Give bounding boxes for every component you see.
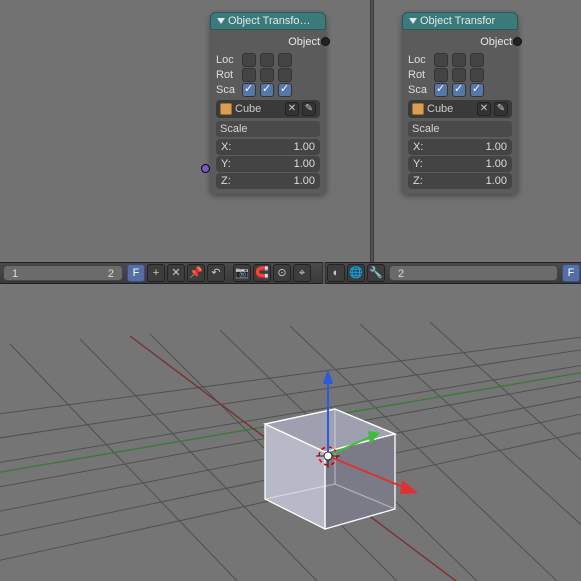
rot-label: Rot [216, 69, 238, 81]
rot-y-checkbox[interactable] [260, 68, 274, 82]
editor-split-divider[interactable] [370, 0, 374, 262]
scale-section-label: Scale [408, 121, 512, 137]
loc-y-checkbox[interactable] [452, 53, 466, 67]
scale-y-input[interactable]: Y: 1.00 [216, 156, 320, 172]
fake-user-button-right[interactable]: F [562, 264, 580, 282]
output-label: Object [480, 36, 512, 48]
scale-z-label: Z: [221, 175, 231, 187]
sca-y-checkbox[interactable] [452, 83, 466, 97]
loc-y-checkbox[interactable] [260, 53, 274, 67]
object-name: Cube [427, 103, 474, 115]
node-object-transform-left[interactable]: Object Transfo… Object Loc Rot Sca [210, 12, 326, 194]
unlink-button[interactable]: ✕ [167, 264, 185, 282]
fake-user-button[interactable]: F [127, 264, 145, 282]
eyedropper-button[interactable]: ✎ [494, 102, 508, 116]
scale-x-input[interactable]: X: 1.00 [408, 139, 512, 155]
viewport-scene [0, 284, 581, 581]
snap-icon[interactable]: 🧲 [253, 264, 271, 282]
node-header[interactable]: Object Transfo… [210, 12, 326, 30]
sca-z-checkbox[interactable] [278, 83, 292, 97]
scale-z-label: Z: [413, 175, 423, 187]
loc-label: Loc [408, 54, 430, 66]
frame-val-left: 1 [12, 267, 18, 279]
clear-object-button[interactable]: ✕ [477, 102, 491, 116]
scale-y-label: Y: [221, 158, 231, 170]
output-socket-row: Object [216, 34, 320, 52]
header-toolbar: 1 2 F + ✕ 📌 ↶ 📷 🧲 ⊙ ⌖ ◐ 🌐 🔧 2 F [0, 262, 581, 284]
scale-x-label: X: [413, 141, 423, 153]
rot-z-checkbox[interactable] [278, 68, 292, 82]
scale-z-value: 1.00 [294, 175, 315, 187]
wrench-icon[interactable]: 🔧 [367, 264, 385, 282]
output-label: Object [288, 36, 320, 48]
frame-val-right: 2 [398, 268, 404, 280]
sca-z-checkbox[interactable] [470, 83, 484, 97]
scale-y-label: Y: [413, 158, 423, 170]
rot-z-checkbox[interactable] [470, 68, 484, 82]
object-selector[interactable]: Cube ✕ ✎ [216, 100, 320, 118]
rot-x-checkbox[interactable] [242, 68, 256, 82]
cube-object [265, 409, 395, 529]
parent-button[interactable]: ↶ [207, 264, 225, 282]
frame-field-right[interactable]: 2 [389, 265, 558, 281]
pin-button[interactable]: 📌 [187, 264, 205, 282]
loc-label: Loc [216, 54, 238, 66]
frame-field-left[interactable]: 1 2 [3, 265, 123, 281]
viewport-3d[interactable] [0, 284, 581, 581]
node-body: Object Loc Rot Sca Cube ✕ [210, 30, 326, 194]
sca-label: Sca [408, 84, 430, 96]
rot-label: Rot [408, 69, 430, 81]
scale-z-input[interactable]: Z: 1.00 [216, 173, 320, 189]
sca-label: Sca [216, 84, 238, 96]
node-body: Object Loc Rot Sca Cube ✕ [402, 30, 518, 194]
cube-icon [220, 103, 232, 115]
eyedropper-button[interactable]: ✎ [302, 102, 316, 116]
loc-x-checkbox[interactable] [242, 53, 256, 67]
loc-z-checkbox[interactable] [278, 53, 292, 67]
collapse-icon[interactable] [409, 18, 417, 24]
loc-z-checkbox[interactable] [470, 53, 484, 67]
rot-y-checkbox[interactable] [452, 68, 466, 82]
scale-x-input[interactable]: X: 1.00 [216, 139, 320, 155]
node-object-transform-right[interactable]: Object Transfor Object Loc Rot Sca [402, 12, 518, 194]
cube-icon [412, 103, 424, 115]
scale-x-label: X: [221, 141, 231, 153]
rot-x-checkbox[interactable] [434, 68, 448, 82]
sca-y-checkbox[interactable] [260, 83, 274, 97]
camera-icon[interactable]: 📷 [233, 264, 251, 282]
collapse-icon[interactable] [217, 18, 225, 24]
loc-x-checkbox[interactable] [434, 53, 448, 67]
node-header[interactable]: Object Transfor [402, 12, 518, 30]
scale-z-value: 1.00 [486, 175, 507, 187]
globe-icon[interactable]: 🌐 [347, 264, 365, 282]
scale-input-socket[interactable] [201, 164, 210, 173]
sca-x-checkbox[interactable] [242, 83, 256, 97]
node-title: Object Transfor [420, 15, 495, 27]
scale-y-value: 1.00 [486, 158, 507, 170]
object-output-socket[interactable] [513, 37, 522, 46]
toolbar-split[interactable] [322, 262, 326, 284]
sca-x-checkbox[interactable] [434, 83, 448, 97]
scale-x-value: 1.00 [486, 141, 507, 153]
snap-target-icon[interactable]: ⌖ [293, 264, 311, 282]
shading-icon[interactable]: ◐ [327, 264, 345, 282]
pivot-icon[interactable]: ⊙ [273, 264, 291, 282]
node-title: Object Transfo… [228, 15, 311, 27]
add-button[interactable]: + [147, 264, 165, 282]
scale-z-input[interactable]: Z: 1.00 [408, 173, 512, 189]
object-selector[interactable]: Cube ✕ ✎ [408, 100, 512, 118]
node-editor-bg[interactable]: Object Transfo… Object Loc Rot Sca [0, 0, 581, 262]
output-socket-row: Object [408, 34, 512, 52]
object-output-socket[interactable] [321, 37, 330, 46]
scale-y-input[interactable]: Y: 1.00 [408, 156, 512, 172]
scale-section-label: Scale [216, 121, 320, 137]
clear-object-button[interactable]: ✕ [285, 102, 299, 116]
scale-x-value: 1.00 [294, 141, 315, 153]
scale-y-value: 1.00 [294, 158, 315, 170]
object-name: Cube [235, 103, 282, 115]
frame-val-left2: 2 [108, 267, 114, 279]
